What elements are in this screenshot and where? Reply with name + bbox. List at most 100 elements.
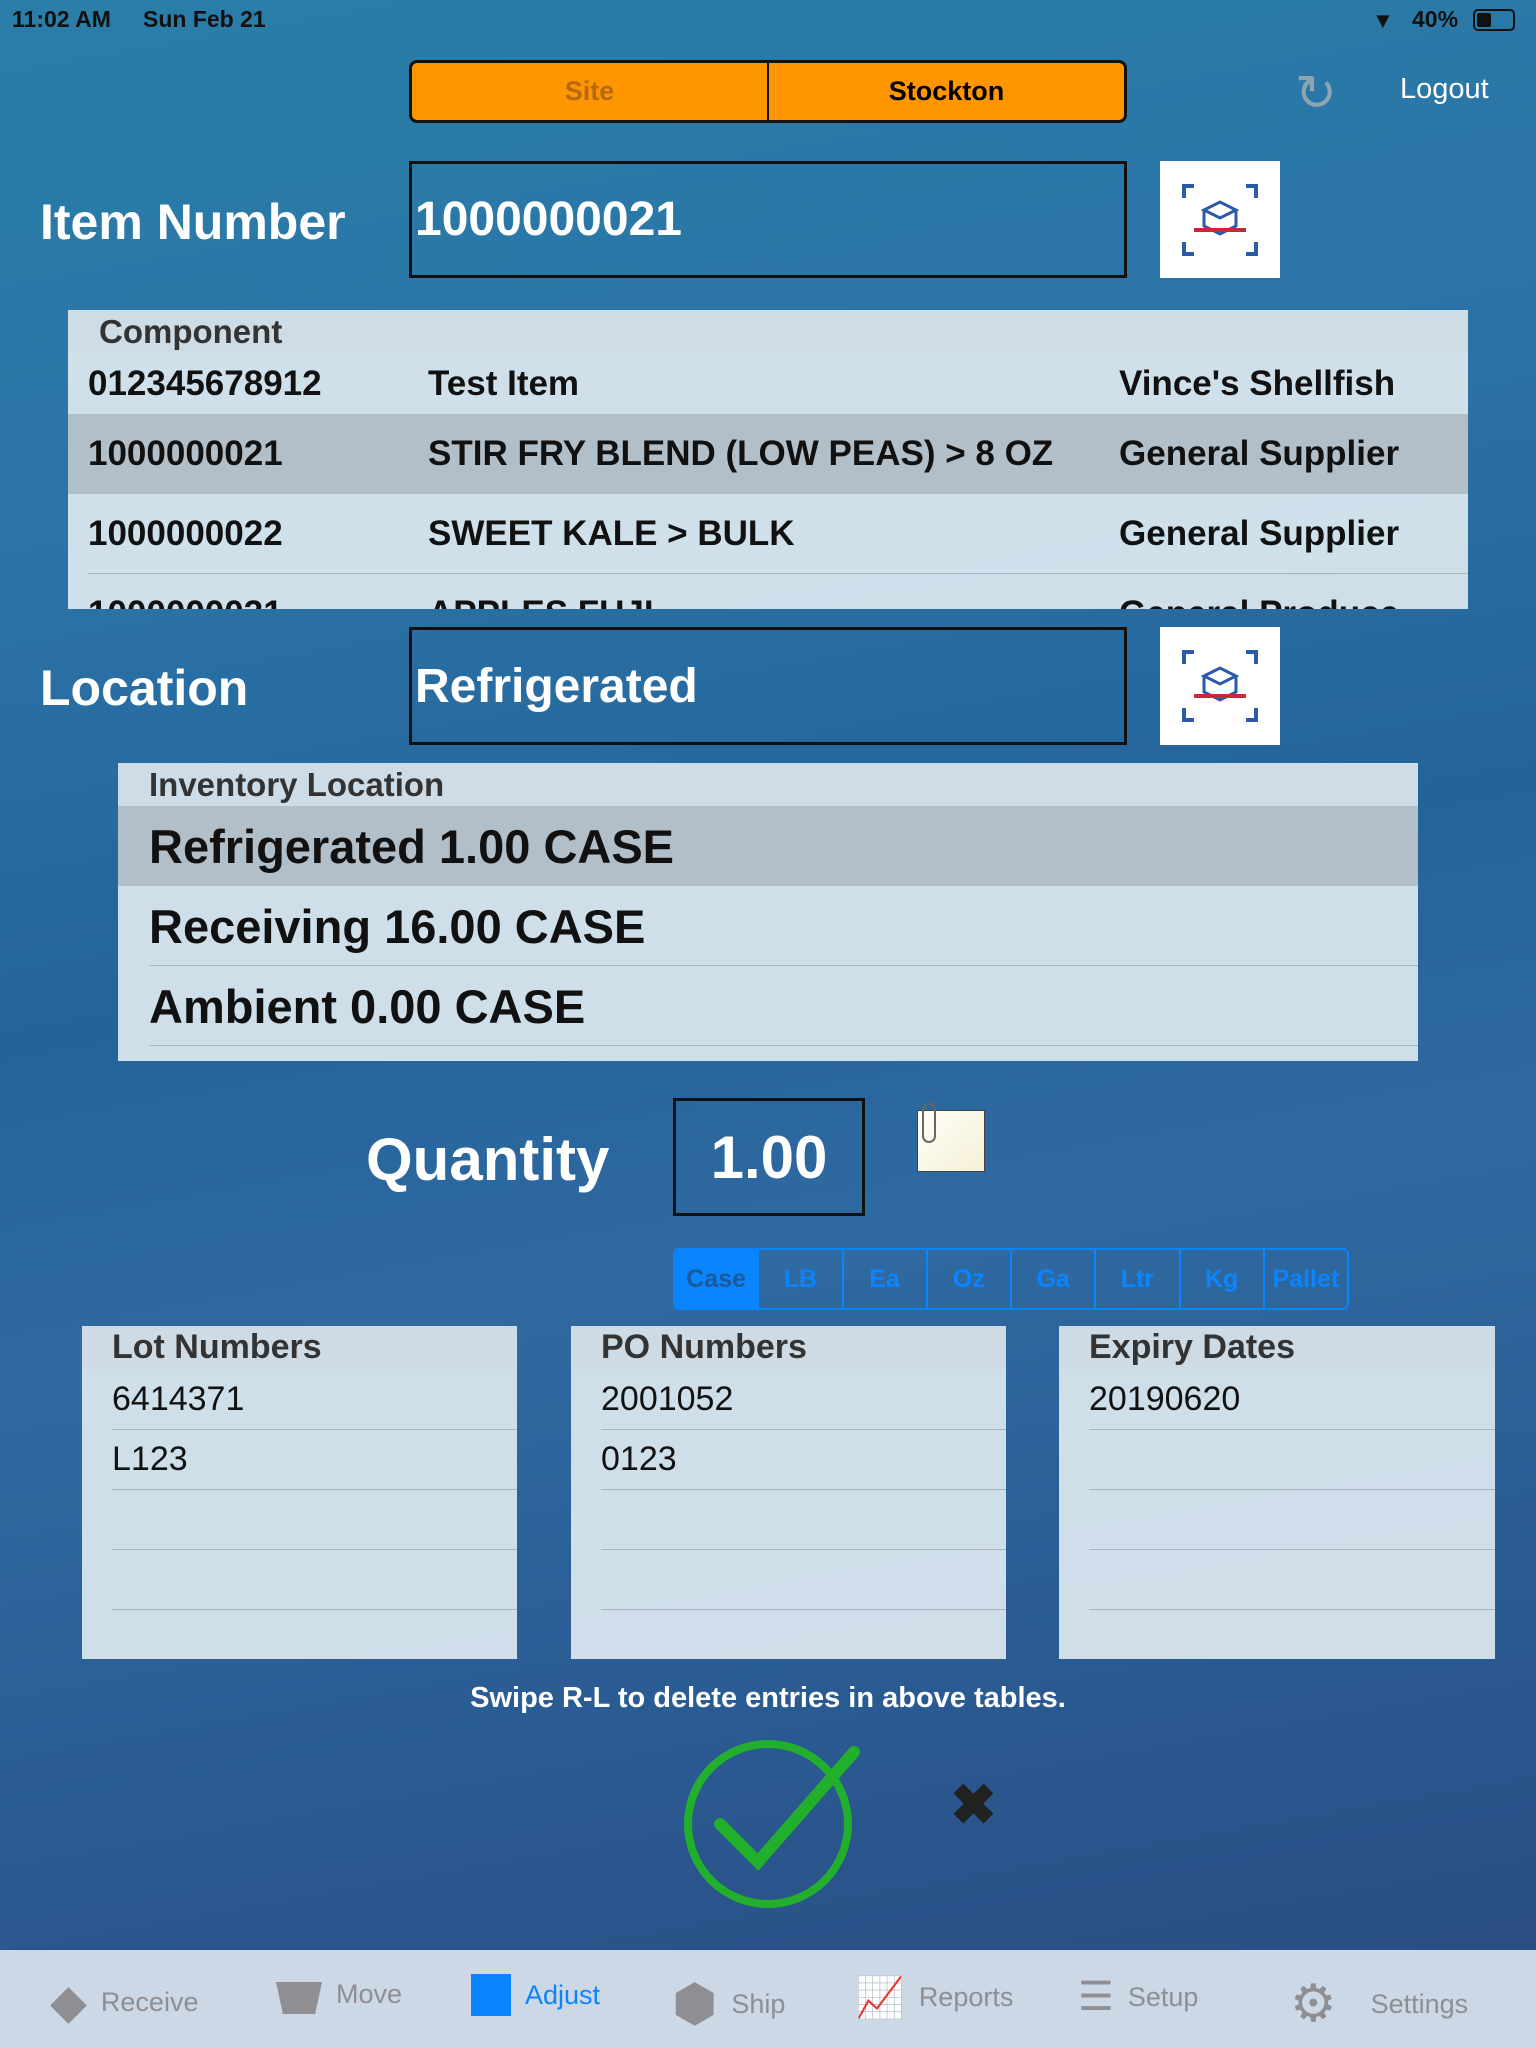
- tab-move[interactable]: Move: [276, 1974, 402, 2014]
- unit-lb[interactable]: LB: [759, 1250, 844, 1308]
- unit-case[interactable]: Case: [675, 1250, 760, 1308]
- table-row[interactable]: 1000000022 SWEET KALE > BULK General Suppl…: [68, 494, 1468, 574]
- divider: [112, 1489, 517, 1490]
- inventory-location-table[interactable]: Inventory Location Refrigerated 1.00 CAS…: [118, 763, 1418, 1061]
- note-icon[interactable]: [917, 1103, 985, 1172]
- po-numbers-table[interactable]: PO Numbers 2001052 0123: [571, 1326, 1006, 1659]
- barcode-scan-icon: [1182, 183, 1258, 256]
- expiry-dates-table[interactable]: Expiry Dates 20190620: [1059, 1326, 1495, 1659]
- tab-label: Adjust: [525, 1979, 601, 2010]
- divider: [601, 1489, 1006, 1490]
- tab-label: Reports: [918, 1982, 1014, 2012]
- item-code: 012345678912: [88, 363, 322, 403]
- tab-bar: ◆ Receive Move Adjust ⬢ Ship 📈 Reports ☰ Set…: [0, 1950, 1536, 2048]
- item-supplier: General Supplier: [1119, 434, 1400, 473]
- unit-ea[interactable]: Ea: [844, 1250, 928, 1308]
- divider: [112, 1609, 517, 1610]
- inventory-header: Inventory Location: [118, 763, 1418, 806]
- item-code: 1000000031: [88, 594, 283, 609]
- inventory-row-selected[interactable]: Refrigerated 1.00 CASE: [118, 806, 1418, 886]
- site-value[interactable]: Stockton: [769, 63, 1124, 120]
- divider: [601, 1609, 1006, 1610]
- item-number-label: Item Number: [40, 194, 346, 250]
- basket-icon: [276, 1982, 322, 2014]
- item-name: APPLES FUJI: [428, 594, 654, 609]
- divider: [601, 1549, 1006, 1550]
- tab-receive[interactable]: ◆ Receive: [50, 1974, 198, 2030]
- cancel-x-icon[interactable]: ✖: [950, 1772, 997, 1838]
- divider: [112, 1549, 517, 1550]
- site-label: Site: [412, 63, 769, 120]
- component-header: Component: [68, 310, 1468, 353]
- status-date: Sun Feb 21: [143, 6, 266, 32]
- scan-location-button[interactable]: [1160, 627, 1280, 745]
- status-time: 11:02 AM: [12, 6, 111, 32]
- divider: [1089, 1489, 1495, 1490]
- expiry-date-cell[interactable]: 20190620: [1089, 1369, 1240, 1429]
- location-label: Location: [40, 660, 249, 716]
- component-table[interactable]: Component 012345678912 Test Item Vince's S…: [68, 310, 1468, 609]
- tab-label: Setup: [1127, 1981, 1199, 2012]
- lot-number-cell[interactable]: 6414371: [112, 1369, 244, 1429]
- divider: [1089, 1609, 1495, 1610]
- unit-ltr[interactable]: Ltr: [1096, 1250, 1181, 1308]
- logout-button[interactable]: Logout: [1400, 73, 1489, 106]
- lot-numbers-header: Lot Numbers: [82, 1326, 517, 1369]
- lot-number-cell[interactable]: L123: [112, 1429, 188, 1489]
- tab-setup[interactable]: ☰ Setup: [1078, 1974, 1198, 2020]
- item-code: 1000000022: [88, 514, 283, 553]
- divider: [1089, 1429, 1495, 1430]
- table-row-selected[interactable]: 1000000021 STIR FRY BLEND (LOW PEAS) > 8 …: [68, 414, 1468, 494]
- item-supplier: General Produce: [1119, 594, 1399, 609]
- unit-kg[interactable]: Kg: [1181, 1250, 1265, 1308]
- lot-numbers-table[interactable]: Lot Numbers 6414371 L123: [82, 1326, 517, 1659]
- refresh-icon[interactable]: ↻: [1295, 64, 1337, 122]
- item-number-input[interactable]: 1000000021: [409, 161, 1127, 278]
- swipe-hint: Swipe R-L to delete entries in above tab…: [470, 1682, 1066, 1714]
- scan-item-button[interactable]: [1160, 161, 1280, 278]
- barcode-scan-icon: [1182, 650, 1258, 722]
- tab-reports[interactable]: 📈 Reports: [855, 1974, 1013, 2021]
- location-input[interactable]: Refrigerated: [409, 627, 1127, 745]
- battery-percent: 40%: [1412, 6, 1459, 32]
- package-icon: ⬢: [672, 1975, 718, 2033]
- inventory-row[interactable]: Ambient 0.00 CASE: [118, 966, 1418, 1046]
- item-name: SWEET KALE > BULK: [428, 514, 795, 553]
- table-row[interactable]: 012345678912 Test Item Vince's Shellfish: [68, 353, 1468, 414]
- unit-pallet[interactable]: Pallet: [1265, 1250, 1347, 1308]
- tab-label: Ship: [731, 1988, 786, 2019]
- wifi-icon: ▼: [1372, 8, 1394, 33]
- tab-label: Move: [336, 1978, 403, 2009]
- confirm-check-icon[interactable]: [680, 1736, 870, 1912]
- item-code: 1000000021: [88, 434, 283, 473]
- paperclip-icon: [922, 1103, 936, 1143]
- unit-oz[interactable]: Oz: [928, 1250, 1012, 1308]
- item-name: Test Item: [428, 363, 580, 403]
- battery-icon: [1473, 9, 1515, 31]
- expiry-dates-header: Expiry Dates: [1059, 1326, 1495, 1369]
- table-row[interactable]: 1000000031 APPLES FUJI General Produce: [68, 574, 1468, 609]
- gear-icon: ⚙: [1290, 1975, 1337, 2033]
- quantity-input[interactable]: 1.00: [673, 1098, 865, 1216]
- item-name: STIR FRY BLEND (LOW PEAS) > 8 OZ: [428, 434, 1054, 473]
- tab-adjust[interactable]: Adjust: [471, 1974, 600, 2016]
- tab-label: Settings: [1370, 1988, 1469, 2019]
- tab-label: Receive: [100, 1986, 199, 2017]
- chart-icon: 📈: [855, 1976, 905, 2020]
- unit-ga[interactable]: Ga: [1012, 1250, 1097, 1308]
- list-icon: ☰: [1078, 1975, 1114, 2019]
- site-selector[interactable]: Site Stockton: [409, 60, 1127, 123]
- unit-selector[interactable]: Case LB Ea Oz Ga Ltr Kg Pallet: [673, 1248, 1349, 1310]
- edit-icon: [471, 1974, 511, 2016]
- inventory-row[interactable]: Receiving 16.00 CASE: [118, 886, 1418, 966]
- po-number-cell[interactable]: 2001052: [601, 1369, 733, 1429]
- divider: [149, 1045, 1418, 1046]
- item-supplier: General Supplier: [1119, 514, 1400, 553]
- item-supplier: Vince's Shellfish: [1119, 363, 1396, 403]
- po-numbers-header: PO Numbers: [571, 1326, 1006, 1369]
- quantity-label: Quantity: [366, 1126, 610, 1193]
- po-number-cell[interactable]: 0123: [601, 1429, 677, 1489]
- tab-ship[interactable]: ⬢ Ship: [672, 1974, 785, 2034]
- tab-settings[interactable]: ⚙ Settings: [1290, 1974, 1468, 2034]
- box-icon: ◆: [50, 1976, 87, 2029]
